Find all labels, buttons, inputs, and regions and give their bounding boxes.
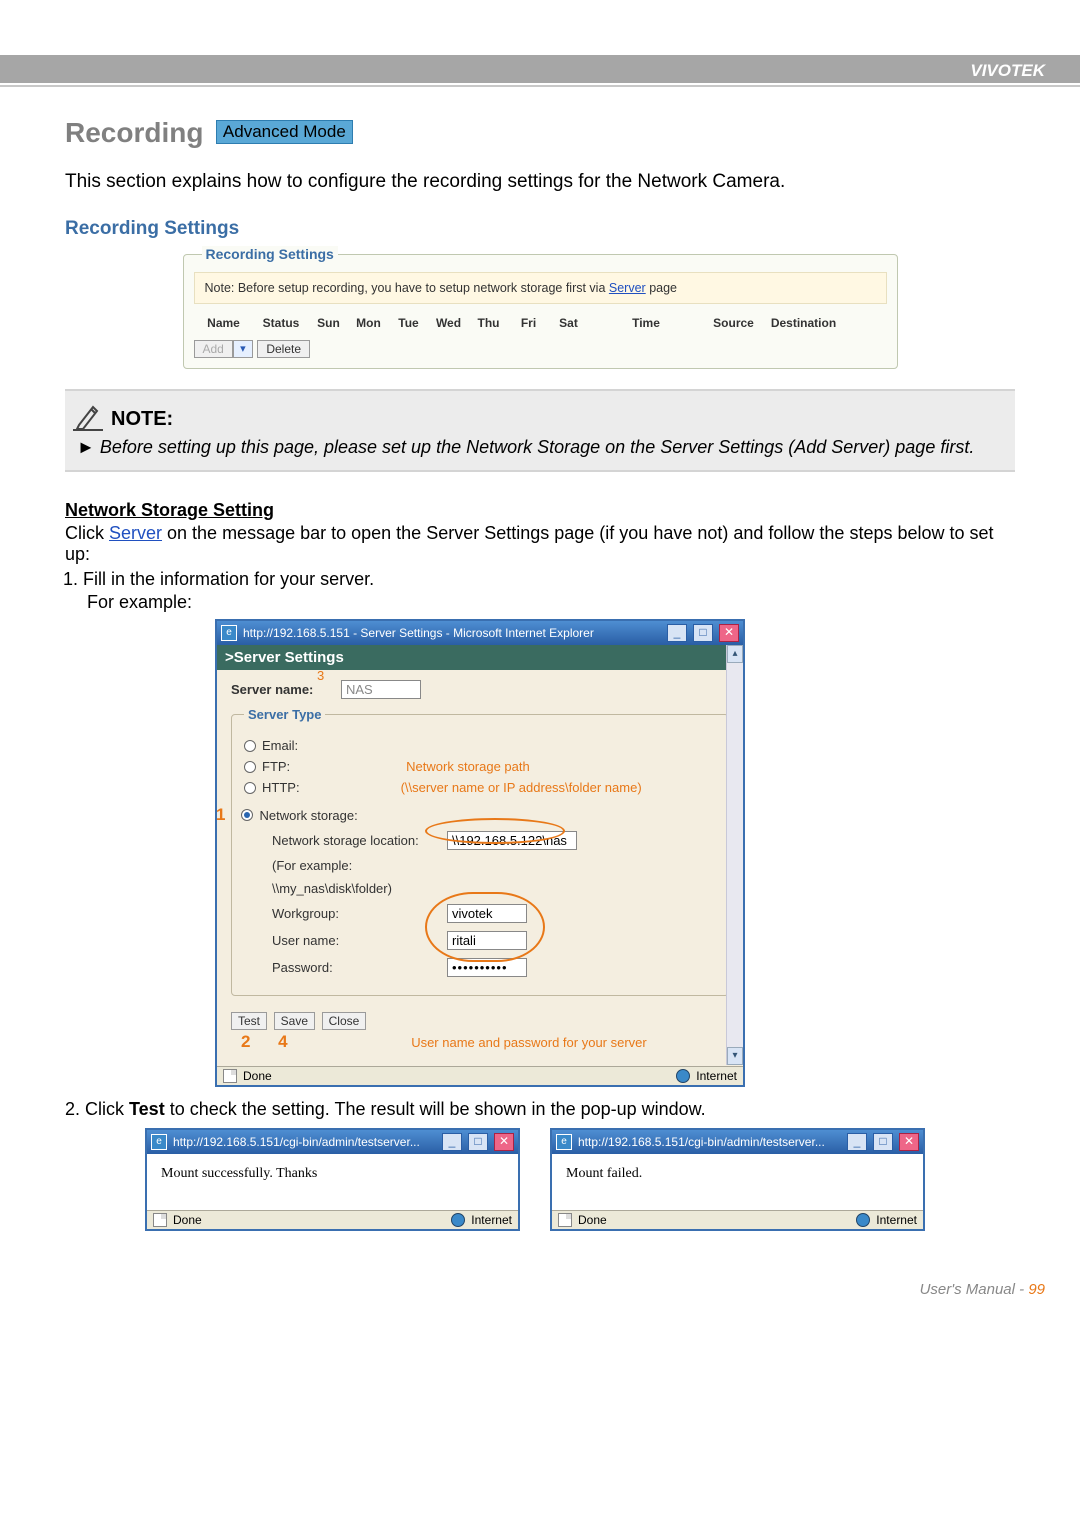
add-dropdown-icon[interactable]: ▾	[233, 340, 253, 358]
titlebar: e http://192.168.5.151 - Server Settings…	[217, 621, 743, 645]
status-zone: Internet	[471, 1213, 512, 1227]
popup-message-success: Mount successfully. Thanks	[147, 1154, 518, 1210]
save-button[interactable]: Save	[274, 1012, 315, 1030]
delete-button[interactable]: Delete	[257, 340, 310, 358]
close-button[interactable]: ✕	[899, 1133, 919, 1151]
status-zone: Internet	[696, 1069, 737, 1083]
prerequisite-note: Note: Before setup recording, you have t…	[194, 272, 887, 304]
recording-settings-legend: Recording Settings	[202, 246, 338, 262]
globe-icon	[676, 1069, 690, 1083]
popup-title: http://192.168.5.151/cgi-bin/admin/tests…	[578, 1135, 825, 1149]
globe-icon	[856, 1213, 870, 1227]
status-done: Done	[173, 1213, 202, 1227]
popup-title: http://192.168.5.151/cgi-bin/admin/tests…	[173, 1135, 420, 1149]
network-storage-setting-heading: Network Storage Setting	[65, 500, 1015, 521]
page-icon	[223, 1069, 237, 1083]
radio-ftp[interactable]	[244, 761, 256, 773]
note-title: NOTE:	[111, 408, 173, 431]
server-type-legend: Server Type	[244, 707, 325, 722]
ns-location-input[interactable]: \\192.168.5.122\nas	[447, 831, 577, 850]
radio-email[interactable]	[244, 740, 256, 752]
server-settings-heading: >Server Settings	[217, 645, 743, 670]
step-2: 2. Click Test to check the setting. The …	[65, 1099, 1015, 1120]
intro-text: This section explains how to configure t…	[65, 171, 1015, 193]
ns-location-label: Network storage location:	[272, 833, 447, 848]
page-icon	[153, 1213, 167, 1227]
test-button[interactable]: Test	[231, 1012, 267, 1030]
server-name-input[interactable]: NAS	[341, 680, 421, 699]
radio-http[interactable]	[244, 782, 256, 794]
callout-4: 4	[278, 1032, 287, 1051]
section-subhead: Recording Settings	[65, 218, 1015, 240]
callout-1: 1	[216, 805, 225, 825]
popup-success: e http://192.168.5.151/cgi-bin/admin/tes…	[145, 1128, 520, 1231]
server-link-inline[interactable]: Server	[609, 281, 646, 295]
username-input[interactable]: ritali	[447, 931, 527, 950]
workgroup-input[interactable]: vivotek	[447, 904, 527, 923]
schedule-header-row: Name Status Sun Mon Tue Wed Thu Fri Sat …	[194, 314, 887, 332]
for-example-label: For example:	[87, 592, 1015, 613]
status-done: Done	[243, 1069, 272, 1083]
window-title: http://192.168.5.151 - Server Settings -…	[243, 626, 594, 640]
status-bar: Done Internet	[217, 1066, 743, 1085]
opt-email-label: Email:	[262, 738, 298, 753]
status-zone: Internet	[876, 1213, 917, 1227]
maximize-button[interactable]: □	[873, 1133, 893, 1151]
brand-label: VIVOTEK	[0, 55, 1080, 83]
server-type-fieldset: Server Type Email: FTP: Network storage …	[231, 707, 729, 996]
callout-2: 2	[241, 1032, 250, 1051]
page-footer: User's Manual - 99	[0, 1251, 1080, 1323]
ie-icon: e	[556, 1134, 572, 1150]
mode-badge: Advanced Mode	[216, 120, 353, 144]
recording-settings-panel: Recording Settings Note: Before setup re…	[183, 246, 898, 369]
note-pen-icon	[73, 401, 103, 431]
minimize-button[interactable]: _	[847, 1133, 867, 1151]
ann-path1: Network storage path	[406, 759, 530, 774]
add-button[interactable]: Add	[194, 340, 233, 358]
ie-icon: e	[221, 625, 237, 641]
close-button[interactable]: ✕	[719, 624, 739, 642]
minimize-button[interactable]: _	[442, 1133, 462, 1151]
ann-credentials: User name and password for your server	[411, 1035, 647, 1050]
opt-ns-label: Network storage:	[259, 808, 357, 823]
nss-instruction: Click Server on the message bar to open …	[65, 523, 1015, 565]
ann-path2: (\\server name or IP address\folder name…	[401, 780, 642, 795]
step-1: Fill in the information for your server.	[83, 569, 1015, 590]
opt-ftp-label: FTP:	[262, 759, 290, 774]
password-label: Password:	[272, 960, 447, 975]
maximize-button[interactable]: □	[468, 1133, 488, 1151]
username-label: User name:	[272, 933, 447, 948]
opt-http-label: HTTP:	[262, 780, 300, 795]
minimize-button[interactable]: _	[667, 624, 687, 642]
globe-icon	[451, 1213, 465, 1227]
server-settings-window: e http://192.168.5.151 - Server Settings…	[215, 619, 745, 1087]
ns-example-label: (For example:	[272, 858, 447, 873]
radio-network-storage[interactable]	[241, 809, 253, 821]
page-icon	[558, 1213, 572, 1227]
scroll-down-icon[interactable]: ▾	[727, 1047, 743, 1065]
ie-icon: e	[151, 1134, 167, 1150]
note-body-text: Before setting up this page, please set …	[100, 437, 975, 457]
maximize-button[interactable]: □	[693, 624, 713, 642]
close-button[interactable]: ✕	[494, 1133, 514, 1151]
note-block: NOTE: ► Before setting up this page, ple…	[65, 389, 1015, 472]
bullet-arrow-icon: ►	[77, 437, 95, 457]
password-input[interactable]: ••••••••••	[447, 958, 527, 977]
status-done: Done	[578, 1213, 607, 1227]
popup-fail: e http://192.168.5.151/cgi-bin/admin/tes…	[550, 1128, 925, 1231]
scrollbar[interactable]: ▴ ▾	[726, 645, 743, 1065]
server-name-label: Server name:	[231, 682, 341, 697]
page-title: Recording	[65, 117, 203, 149]
scroll-up-icon[interactable]: ▴	[727, 645, 743, 663]
ns-example-value: \\my_nas\disk\folder)	[272, 881, 447, 896]
close-form-button[interactable]: Close	[322, 1012, 367, 1030]
workgroup-label: Workgroup:	[272, 906, 447, 921]
popup-message-fail: Mount failed.	[552, 1154, 923, 1210]
server-link[interactable]: Server	[109, 523, 162, 543]
